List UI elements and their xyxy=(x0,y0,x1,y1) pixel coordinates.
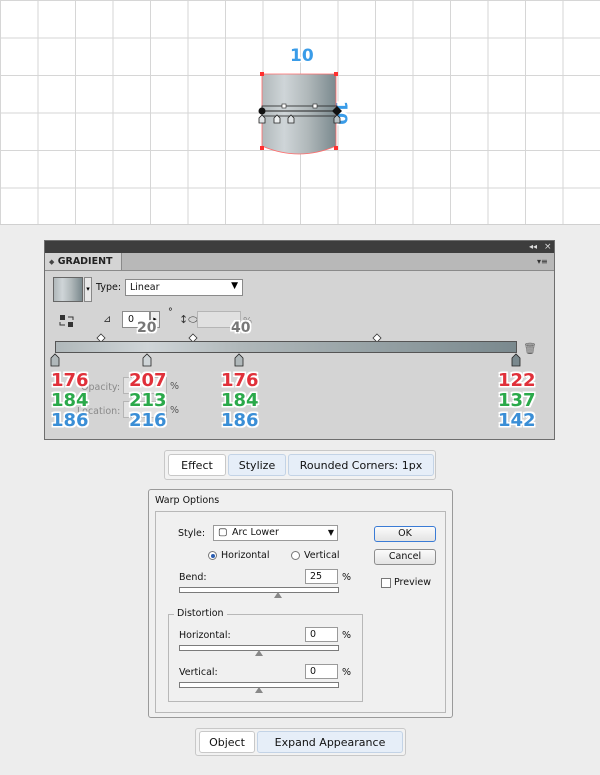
dialog-body: Style: ▢ Arc Lower ▼ Horizontal Vertical… xyxy=(155,511,446,713)
angle-value: 0 xyxy=(128,314,135,325)
chevron-down-icon: ▼ xyxy=(327,528,334,537)
vertical-label: Vertical xyxy=(304,550,340,561)
gradient-slider[interactable] xyxy=(55,341,517,353)
dist-vertical-label: Vertical: xyxy=(179,667,218,678)
appearance-row-object: Object Expand Appearance xyxy=(195,728,406,756)
stop-rgb-4: 122 137 142 xyxy=(498,371,536,431)
stop-1-green: 184 xyxy=(51,390,89,411)
width-dimension-label: 10 xyxy=(290,46,314,66)
appearance-row-effect: Effect Stylize Rounded Corners: 1px xyxy=(164,450,436,480)
stop-2-green: 213 xyxy=(129,390,167,411)
dist-horizontal-unit: % xyxy=(342,630,352,641)
dist-horizontal-label: Horizontal: xyxy=(179,630,231,641)
stop-rgb-3: 176 184 186 xyxy=(221,371,259,431)
gradient-shape[interactable] xyxy=(250,66,355,166)
effect-button[interactable]: Effect xyxy=(168,454,226,476)
type-select[interactable]: Linear ▼ xyxy=(125,279,243,296)
rounded-corners-button[interactable]: Rounded Corners: 1px xyxy=(288,454,434,476)
angle-unit: ° xyxy=(168,307,173,318)
gradient-panel: ◂◂ × ◆ GRADIENT ▾≡ ▾ Type: Linear ▼ ⊿ 0 … xyxy=(44,240,555,440)
dist-vertical-input[interactable]: 0 xyxy=(305,664,338,679)
vertical-radio[interactable] xyxy=(291,551,300,560)
stop-3-red: 176 xyxy=(221,370,259,391)
artboard-grid: 10 10 xyxy=(0,0,600,225)
dist-horizontal-thumb[interactable] xyxy=(255,650,263,656)
location-unit: % xyxy=(170,405,180,416)
style-select[interactable]: ▢ Arc Lower ▼ xyxy=(213,525,338,541)
cancel-button[interactable]: Cancel xyxy=(374,549,436,565)
stop-1-red: 176 xyxy=(51,370,89,391)
aspect-ratio-icon: ↕⬭ xyxy=(179,313,198,326)
stop-4-green: 137 xyxy=(498,390,536,411)
swatch-dropdown-icon[interactable]: ▾ xyxy=(84,277,92,302)
reverse-gradient-icon[interactable] xyxy=(59,313,75,329)
bend-unit: % xyxy=(342,572,352,583)
stop-rgb-2: 207 213 216 xyxy=(129,371,167,431)
type-select-value: Linear xyxy=(130,282,160,293)
chevron-down-icon: ▼ xyxy=(231,281,238,291)
ok-button[interactable]: OK xyxy=(374,526,436,542)
object-button[interactable]: Object xyxy=(199,731,255,753)
dist-vertical-unit: % xyxy=(342,667,352,678)
stop-1-blue: 186 xyxy=(51,410,89,431)
dialog-title: Warp Options xyxy=(155,495,220,506)
bend-slider[interactable] xyxy=(179,587,339,593)
stop-2-blue: 216 xyxy=(129,410,167,431)
tab-gradient-label: GRADIENT xyxy=(57,256,113,267)
tab-gradient[interactable]: ◆ GRADIENT xyxy=(45,253,122,270)
preview-label: Preview xyxy=(394,577,431,588)
angle-icon: ⊿ xyxy=(103,314,112,325)
horizontal-radio[interactable] xyxy=(208,551,217,560)
bend-slider-thumb[interactable] xyxy=(274,592,282,598)
arc-lower-icon: ▢ xyxy=(218,527,228,538)
bend-input[interactable]: 25 xyxy=(305,569,338,584)
expand-appearance-button[interactable]: Expand Appearance xyxy=(257,731,403,753)
tab-toggle-icon: ◆ xyxy=(49,258,55,266)
stop-rgb-1: 176 184 186 xyxy=(51,371,89,431)
stylize-button[interactable]: Stylize xyxy=(228,454,286,476)
stop-3-blue: 186 xyxy=(221,410,259,431)
close-icon[interactable]: × xyxy=(544,241,552,253)
type-label: Type: xyxy=(96,282,122,293)
color-stops[interactable] xyxy=(49,353,529,367)
stop-2-red: 207 xyxy=(129,370,167,391)
gradient-swatch[interactable] xyxy=(53,277,83,302)
dist-horizontal-input[interactable]: 0 xyxy=(305,627,338,642)
dist-vertical-thumb[interactable] xyxy=(255,687,263,693)
distortion-label: Distortion xyxy=(174,608,227,619)
stop-4-red: 122 xyxy=(498,370,536,391)
preview-checkbox[interactable] xyxy=(381,578,391,588)
panel-menu-icon[interactable]: ▾≡ xyxy=(537,253,548,270)
panel-title-bar[interactable]: ◂◂ × xyxy=(45,241,554,253)
warp-options-dialog: Warp Options Style: ▢ Arc Lower ▼ Horizo… xyxy=(148,489,453,718)
style-select-value: Arc Lower xyxy=(232,527,279,538)
stop-3-green: 184 xyxy=(221,390,259,411)
stop-4-blue: 142 xyxy=(498,410,536,431)
bend-label: Bend: xyxy=(179,572,207,583)
style-label: Style: xyxy=(178,528,206,539)
horizontal-label: Horizontal xyxy=(221,550,270,561)
opacity-unit: % xyxy=(170,381,180,392)
panel-tab-bar: ◆ GRADIENT ▾≡ xyxy=(45,253,554,271)
collapse-icon[interactable]: ◂◂ xyxy=(529,241,537,253)
